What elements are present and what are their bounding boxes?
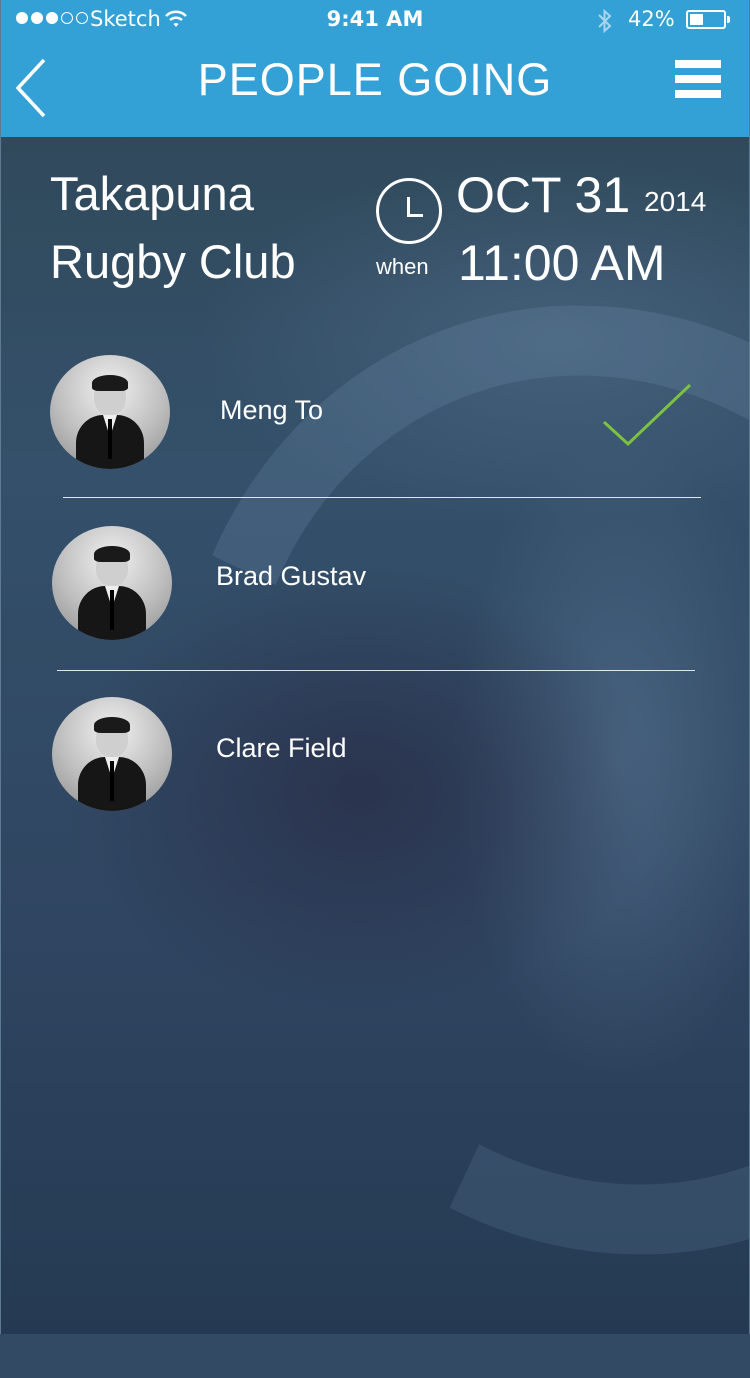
person-row-brad-gustav[interactable]: Brad Gustav bbox=[0, 526, 750, 646]
person-name: Brad Gustav bbox=[216, 561, 367, 591]
clock-icon bbox=[376, 178, 442, 244]
hamburger-menu-icon[interactable] bbox=[675, 60, 721, 105]
header-bar: Sketch 9:41 AM 42% PEOPLE GOING bbox=[0, 0, 750, 137]
page-title: PEOPLE GOING bbox=[197, 54, 553, 105]
row-divider bbox=[57, 670, 695, 671]
person-name: Meng To bbox=[220, 395, 324, 425]
checkmark-icon bbox=[602, 383, 692, 447]
status-bar: Sketch 9:41 AM 42% bbox=[0, 0, 750, 40]
venue-line-1: Takapuna bbox=[50, 167, 254, 220]
bluetooth-icon bbox=[598, 8, 612, 34]
person-name: Clare Field bbox=[216, 733, 347, 763]
when-label: when bbox=[376, 254, 429, 279]
event-date: OCT 31 bbox=[456, 167, 631, 223]
event-time: 11:00 AM bbox=[458, 235, 666, 291]
avatar bbox=[52, 526, 172, 640]
row-divider bbox=[63, 497, 701, 498]
avatar bbox=[52, 697, 172, 811]
battery-percentage: 42% bbox=[628, 7, 675, 31]
battery-icon bbox=[686, 10, 730, 29]
venue-line-2: Rugby Club bbox=[50, 235, 296, 288]
person-row-clare-field[interactable]: Clare Field bbox=[0, 697, 750, 817]
event-year: 2014 bbox=[644, 186, 707, 217]
event-venue: Takapuna Rugby Club bbox=[50, 160, 296, 296]
avatar bbox=[50, 355, 170, 469]
